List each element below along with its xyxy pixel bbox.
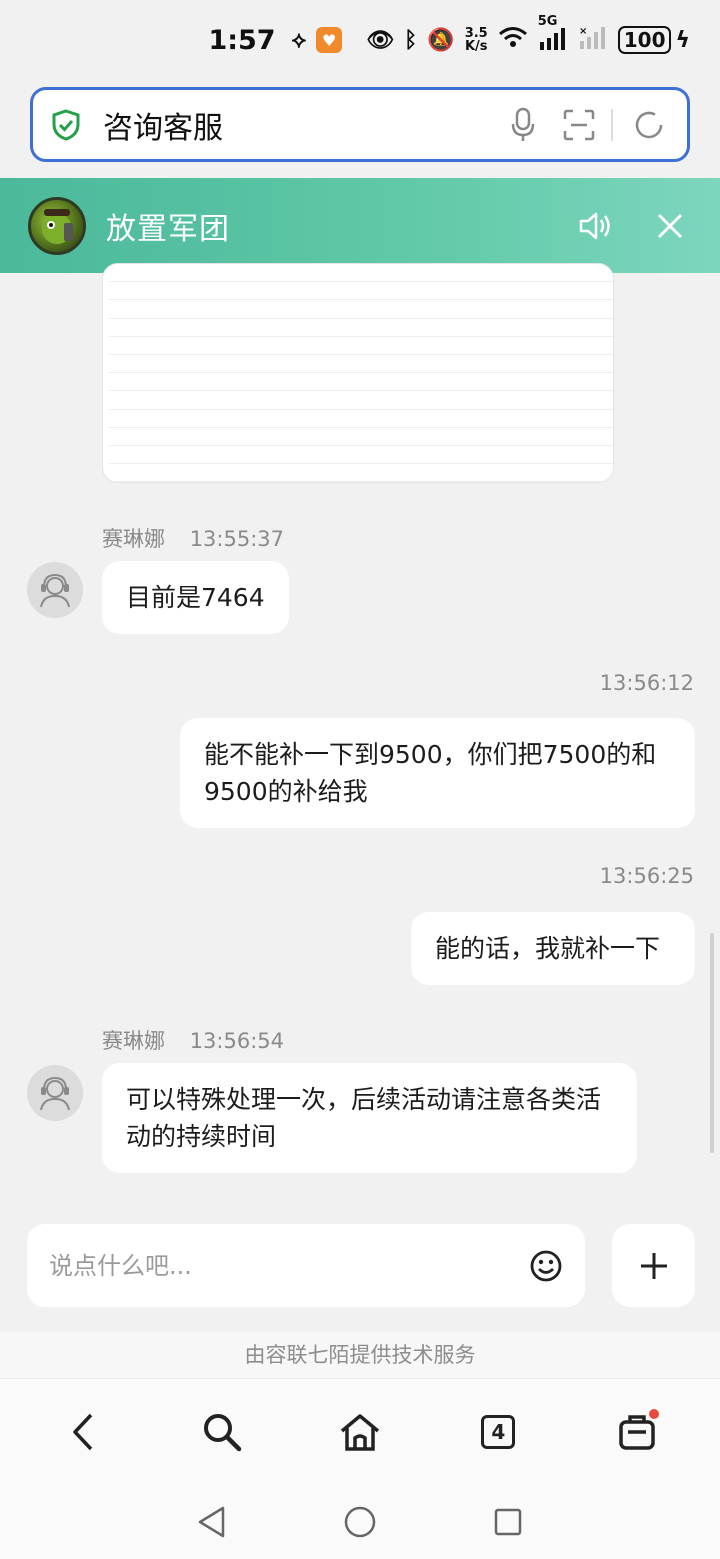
back-triangle-icon[interactable] (197, 1505, 227, 1539)
message-meta: 赛琳娜 13:56:54 (102, 1025, 284, 1055)
chat-area[interactable]: 赛琳娜 13:55:37 目前是7464 13:56:12 能不能补一下到950… (0, 263, 720, 1223)
sender-name: 赛琳娜 (102, 527, 165, 551)
signal-5g-icon: 5G (538, 14, 568, 54)
plus-icon (640, 1252, 667, 1279)
message-input-box[interactable] (27, 1224, 585, 1307)
agent-message-bubble: 可以特殊处理一次，后续活动请注意各类活动的持续时间 (102, 1063, 637, 1173)
status-time: 1:57 (208, 24, 276, 56)
add-attachment-button[interactable] (612, 1224, 695, 1307)
tabs-button[interactable]: 4 (463, 1397, 533, 1467)
net-speed-unit: K/s (464, 39, 488, 54)
search-button[interactable] (187, 1397, 257, 1467)
image-message[interactable] (102, 263, 614, 483)
image-table-thumbnail (109, 264, 613, 482)
user-message-bubble: 能的话，我就补一下 (411, 912, 695, 985)
scan-icon[interactable] (559, 105, 599, 145)
agent-message-bubble: 目前是7464 (102, 561, 289, 634)
signal-2-icon: × (578, 25, 608, 55)
battery-level: 100 (617, 26, 672, 54)
eye-icon: 👁 (366, 27, 395, 53)
network-type: 5G (537, 14, 558, 29)
sender-name: 赛琳娜 (102, 1029, 165, 1053)
home-button[interactable] (325, 1397, 395, 1467)
back-button[interactable] (48, 1397, 118, 1467)
powered-by-text: 由容联七陌提供技术服务 (0, 1332, 720, 1378)
agent-avatar (27, 1065, 83, 1121)
message-time: 13:56:12 (599, 671, 694, 695)
browser-toolbar: 4 (0, 1378, 720, 1484)
wifi-icon (498, 25, 528, 55)
microphone-icon[interactable] (503, 105, 543, 145)
game-logo-icon (28, 196, 86, 255)
status-bar: 1:57 ⟡ ♥ 👁 ᛒ 🔕 3.5 K/s 5G × 100 ϟ (0, 0, 720, 80)
game-header: 放置军团 (0, 178, 720, 273)
tab-count: 4 (481, 1414, 516, 1449)
game-title: 放置军团 (106, 211, 230, 247)
close-icon[interactable] (648, 204, 692, 248)
home-circle-icon[interactable] (343, 1505, 377, 1539)
address-text[interactable]: 咨询客服 (103, 103, 487, 147)
app-notification-icon: ♥ (316, 27, 343, 53)
notification-dot (648, 1408, 659, 1419)
bluetooth-icon: ᛒ (404, 27, 418, 53)
link-icon: ⟡ (291, 27, 307, 53)
headset-agent-icon (40, 1076, 70, 1111)
refresh-icon[interactable] (629, 105, 669, 145)
menu-button[interactable] (602, 1397, 672, 1467)
svg-text:×: × (579, 26, 587, 37)
net-speed: 3.5 K/s (465, 27, 488, 53)
home-icon (340, 1413, 380, 1451)
emoji-icon[interactable] (529, 1249, 563, 1283)
system-navigation (0, 1484, 720, 1559)
agent-avatar (27, 562, 83, 618)
shield-check-icon (51, 108, 81, 142)
charging-icon: ϟ (675, 27, 690, 53)
message-input[interactable] (49, 1251, 529, 1280)
address-bar[interactable]: 咨询客服 (30, 87, 690, 162)
user-message-bubble: 能不能补一下到9500，你们把7500的和9500的补给我 (180, 718, 695, 828)
speaker-icon[interactable] (574, 204, 618, 248)
address-divider (611, 108, 613, 141)
back-chevron-icon (73, 1413, 93, 1450)
message-time: 13:56:54 (189, 1029, 285, 1053)
recents-square-icon[interactable] (493, 1507, 523, 1537)
message-time: 13:56:25 (599, 864, 694, 888)
message-meta: 赛琳娜 13:55:37 (102, 523, 284, 553)
scrollbar[interactable] (710, 933, 714, 1153)
message-time: 13:55:37 (189, 527, 285, 551)
search-icon (203, 1413, 241, 1451)
mute-bell-icon: 🔕 (427, 27, 455, 53)
headset-agent-icon (40, 573, 70, 608)
